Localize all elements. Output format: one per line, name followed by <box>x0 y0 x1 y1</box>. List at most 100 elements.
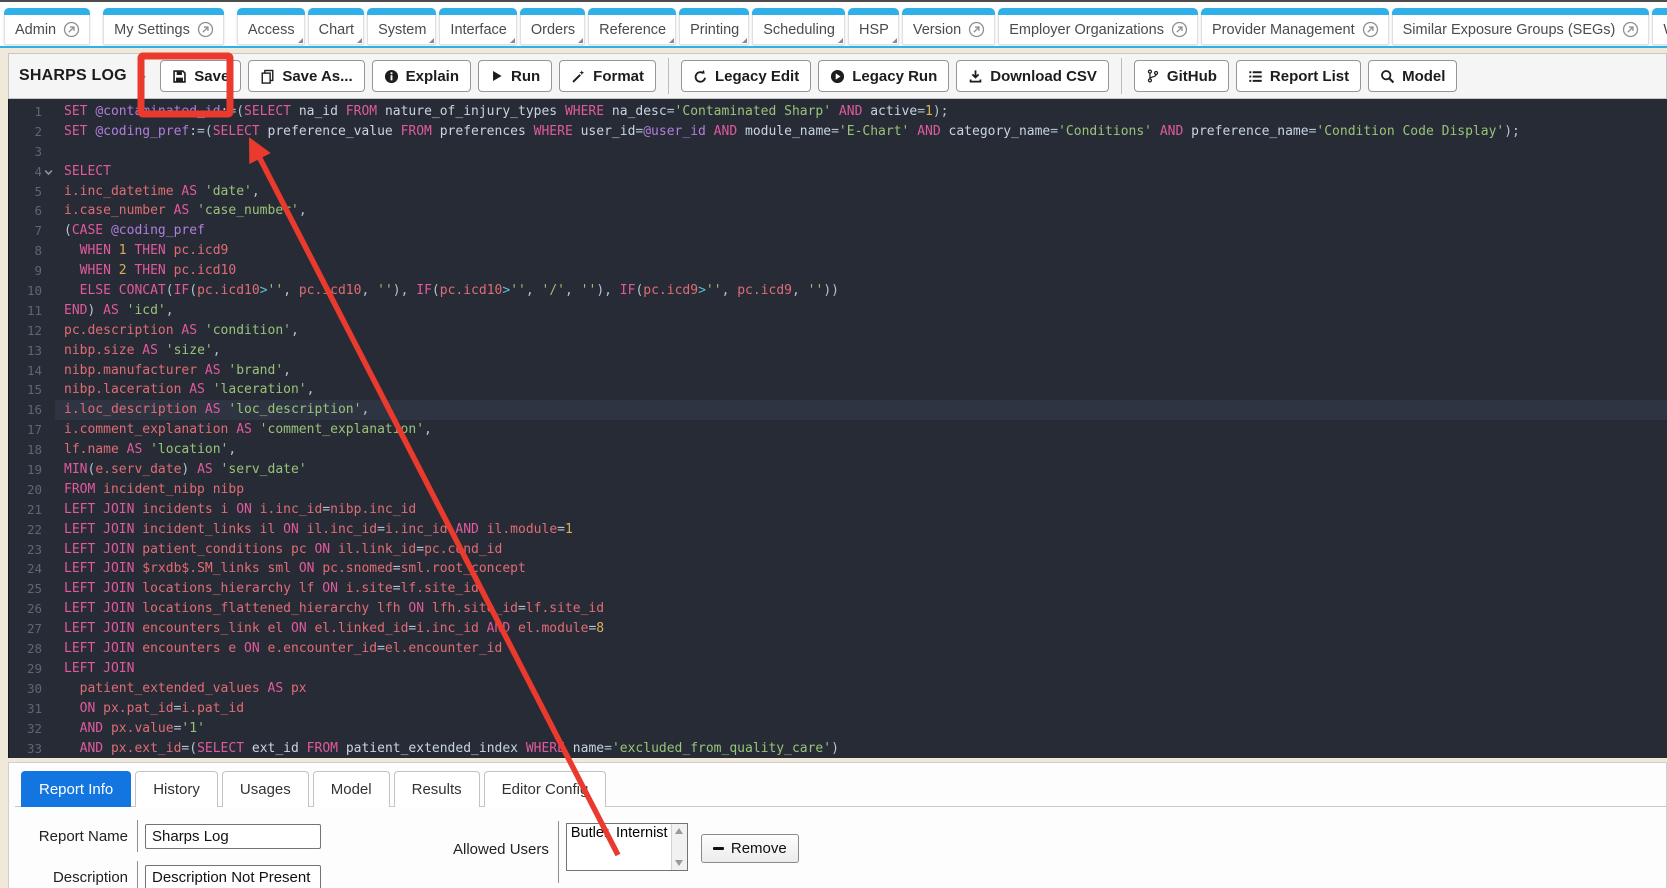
scroll-up-icon[interactable] <box>675 828 683 834</box>
code-text: nibp.laceration AS 'laceration', <box>55 380 1667 400</box>
nav-tab-work-locations[interactable]: Work Locations <box>1652 8 1667 45</box>
code-line: 25LEFT JOIN locations_hierarchy lf ON i.… <box>9 579 1667 599</box>
code-text: ON px.pat_id=i.pat_id <box>55 699 1667 719</box>
code-line: 26LEFT JOIN locations_flattened_hierarch… <box>9 599 1667 619</box>
save-as-button[interactable]: Save As... <box>248 60 364 92</box>
nav-tab-chart[interactable]: Chart <box>308 8 364 45</box>
circle-arrow-icon[interactable] <box>968 21 985 38</box>
nav-tab-system[interactable]: System <box>367 8 436 45</box>
line-number: 6 <box>9 201 55 221</box>
circle-arrow-icon[interactable] <box>63 21 80 38</box>
line-number: 27 <box>9 619 55 639</box>
tab-editor-config[interactable]: Editor Config <box>484 771 607 807</box>
nav-tab-admin[interactable]: Admin <box>4 8 90 45</box>
download-csv-button[interactable]: Download CSV <box>956 60 1109 92</box>
report-name-label: Report Name <box>37 828 137 845</box>
nav-tab-hsp[interactable]: HSP <box>848 8 899 45</box>
allowed-users-select[interactable]: Butler, Internist <box>566 823 688 871</box>
nav-tab-scheduling[interactable]: Scheduling <box>752 8 845 45</box>
button-label: Legacy Edit <box>715 68 799 85</box>
description-input[interactable] <box>145 865 321 888</box>
list-icon <box>1248 69 1263 84</box>
legacy-edit-button[interactable]: Legacy Edit <box>681 60 811 92</box>
nav-tab-orders[interactable]: Orders <box>520 8 585 45</box>
circle-arrow-icon[interactable] <box>1171 21 1188 38</box>
line-number: 29 <box>9 659 55 679</box>
nav-tab-version[interactable]: Version <box>902 8 995 45</box>
circle-play-icon <box>830 69 845 84</box>
code-text: SET @coding_pref:=(SELECT preference_val… <box>55 122 1667 142</box>
nav-tab-label: System <box>378 22 426 38</box>
save-icon <box>172 69 187 84</box>
line-number: 24 <box>9 559 55 579</box>
code-text: AND px.value='1' <box>55 719 1667 739</box>
tab-model[interactable]: Model <box>313 771 390 807</box>
select-scrollbar[interactable] <box>671 824 687 870</box>
code-line: 33 AND px.ext_id=(SELECT ext_id FROM pat… <box>9 739 1667 759</box>
github-button[interactable]: GitHub <box>1134 60 1229 92</box>
tab-report-info[interactable]: Report Info <box>21 771 131 807</box>
nav-tab-employer-organizations[interactable]: Employer Organizations <box>998 8 1198 45</box>
code-text: i.inc_datetime AS 'date', <box>55 182 1667 202</box>
code-line: 6i.case_number AS 'case_number', <box>9 201 1667 221</box>
code-text: END) AS 'icd', <box>55 301 1667 321</box>
fold-chevron-icon[interactable] <box>44 168 53 177</box>
line-number: 33 <box>9 739 55 759</box>
code-text: LEFT JOIN $rxdb$.SM_links sml ON pc.snom… <box>55 559 1667 579</box>
code-text: SET @contaminated_id:=(SELECT na_id FROM… <box>55 102 1667 122</box>
remove-user-button[interactable]: Remove <box>701 834 799 863</box>
code-line: 15nibp.laceration AS 'laceration', <box>9 380 1667 400</box>
tab-results[interactable]: Results <box>394 771 480 807</box>
line-number: 10 <box>9 281 55 301</box>
save-button[interactable]: Save <box>160 60 241 92</box>
code-text: LEFT JOIN incidents i ON i.inc_id=nibp.i… <box>55 500 1667 520</box>
line-number: 26 <box>9 599 55 619</box>
nav-tab-my-settings[interactable]: My Settings <box>103 8 224 45</box>
sql-editor[interactable]: 1SET @contaminated_id:=(SELECT na_id FRO… <box>8 99 1667 758</box>
line-number: 16 <box>9 400 55 420</box>
line-number: 9 <box>9 261 55 281</box>
nav-tab-interface[interactable]: Interface <box>439 8 516 45</box>
line-number: 22 <box>9 520 55 540</box>
user-option[interactable]: Butler, Internist <box>571 825 669 842</box>
button-label: Report List <box>1270 68 1349 85</box>
nav-tab-printing[interactable]: Printing <box>679 8 749 45</box>
circle-arrow-icon[interactable] <box>1362 21 1379 38</box>
legacy-run-button[interactable]: Legacy Run <box>818 60 949 92</box>
code-text <box>55 142 1667 162</box>
nav-tab-label: My Settings <box>114 22 190 38</box>
code-text: WHEN 2 THEN pc.icd10 <box>55 261 1667 281</box>
code-line: 4SELECT <box>9 162 1667 182</box>
run-button[interactable]: Run <box>478 60 552 92</box>
code-line: 24LEFT JOIN $rxdb$.SM_links sml ON pc.sn… <box>9 559 1667 579</box>
nav-tab-reference[interactable]: Reference <box>588 8 676 45</box>
model-button[interactable]: Model <box>1368 60 1457 92</box>
line-number: 7 <box>9 221 55 241</box>
tab-usages[interactable]: Usages <box>222 771 309 807</box>
nav-tab-provider-management[interactable]: Provider Management <box>1201 8 1389 45</box>
line-number: 31 <box>9 699 55 719</box>
report-info-panel: Report InfoHistoryUsagesModelResultsEdit… <box>8 762 1667 888</box>
minus-icon <box>713 847 724 851</box>
report-name-input[interactable] <box>145 824 321 849</box>
code-line: 32 AND px.value='1' <box>9 719 1667 739</box>
circle-arrow-icon[interactable] <box>1622 21 1639 38</box>
report-list-button[interactable]: Report List <box>1236 60 1361 92</box>
button-label: Format <box>593 68 644 85</box>
scroll-down-icon[interactable] <box>675 860 683 866</box>
code-text: LEFT JOIN encounters e ON e.encounter_id… <box>55 639 1667 659</box>
circle-arrow-icon[interactable] <box>197 21 214 38</box>
explain-button[interactable]: Explain <box>372 60 471 92</box>
format-button[interactable]: Format <box>559 60 656 92</box>
undo-icon <box>693 69 708 84</box>
menu-caret-icon <box>429 38 434 43</box>
line-number: 8 <box>9 241 55 261</box>
tab-history[interactable]: History <box>135 771 218 807</box>
button-label: Run <box>511 68 540 85</box>
nav-tab-label: Version <box>913 22 961 38</box>
nav-tab-access[interactable]: Access <box>237 8 305 45</box>
nav-tab-label: Reference <box>599 22 666 38</box>
button-label: Save As... <box>282 68 352 85</box>
code-line: 19MIN(e.serv_date) AS 'serv_date' <box>9 460 1667 480</box>
nav-tab-similar-exposure-groups-segs[interactable]: Similar Exposure Groups (SEGs) <box>1392 8 1650 45</box>
